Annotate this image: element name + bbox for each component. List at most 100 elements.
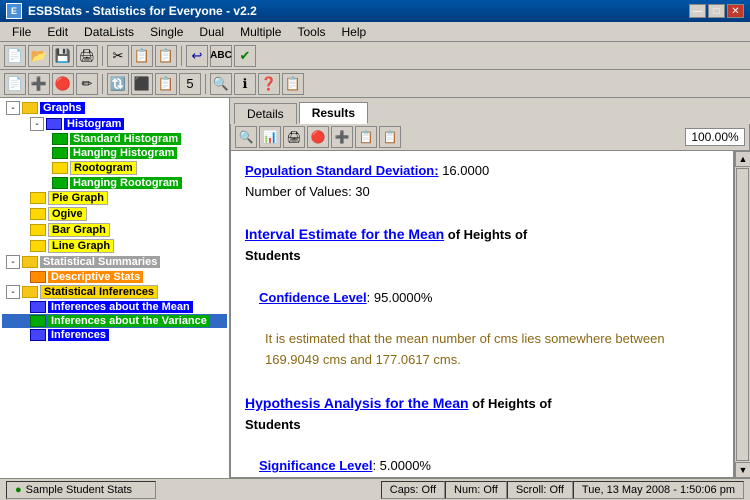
toolbar2-btn12[interactable]: 📋 (282, 73, 304, 95)
menu-file[interactable]: File (4, 23, 39, 41)
tree-label-inf-mean: Inferences about the Mean (48, 301, 193, 313)
folder-icon-ogive (30, 208, 46, 220)
tree-label-inf-other: Inferences (48, 329, 109, 341)
tree-node-stat-inf[interactable]: - Statistical Inferences (2, 284, 227, 300)
tree-node-hang-root[interactable]: Hanging Rootogram (2, 176, 227, 190)
scroll-up-btn[interactable]: ▲ (735, 151, 750, 167)
folder-icon-line (30, 240, 46, 252)
inner-btn-chart[interactable]: 📊 (259, 126, 281, 148)
confidence-level-value: 95.0000% (374, 290, 433, 305)
tree-node-line[interactable]: Line Graph (2, 238, 227, 254)
inner-btn-copy1[interactable]: 📋 (355, 126, 377, 148)
expander-stat-sum[interactable]: - (6, 255, 20, 269)
separator-3 (102, 74, 103, 94)
estimated-text: It is estimated that the mean number of … (265, 329, 719, 371)
toolbar-abc-btn[interactable]: ABC (210, 45, 232, 67)
expander-histogram[interactable]: - (30, 117, 44, 131)
toolbar2-btn2[interactable]: ➕ (28, 73, 50, 95)
folder-icon-inf-var (30, 315, 46, 327)
tree-node-bar[interactable]: Bar Graph (2, 222, 227, 238)
menu-single[interactable]: Single (142, 23, 191, 41)
zoom-level[interactable]: 100.00% (685, 128, 745, 146)
toolbar2-btn5[interactable]: 🔃 (107, 73, 129, 95)
status-main-text: Sample Student Stats (26, 484, 132, 496)
tree-label-inf-var: Inferences about the Variance (48, 315, 210, 327)
toolbar-undo-btn[interactable]: ↩ (186, 45, 208, 67)
toolbar-cut-btn[interactable]: ✂ (107, 45, 129, 67)
menu-help[interactable]: Help (333, 23, 374, 41)
menu-datalists[interactable]: DataLists (76, 23, 142, 41)
vertical-scrollbar[interactable]: ▲ ▼ (734, 151, 750, 478)
toolbar2-btn1[interactable]: 📄 (4, 73, 26, 95)
interval-title-line: Interval Estimate for the Mean of Height… (245, 223, 719, 267)
tree-node-std-hist[interactable]: Standard Histogram (2, 132, 227, 146)
toolbar-open-btn[interactable]: 📂 (28, 45, 50, 67)
tab-results[interactable]: Results (299, 102, 368, 124)
toolbar-new-btn[interactable]: 📄 (4, 45, 26, 67)
tree-label-pie: Pie Graph (48, 191, 108, 205)
status-main: ● Sample Student Stats (6, 481, 156, 499)
tree-node-pie[interactable]: Pie Graph (2, 190, 227, 206)
separator-2 (181, 46, 182, 66)
tree-node-inf-other[interactable]: Inferences (2, 328, 227, 342)
toolbar-check-btn[interactable]: ✔ (234, 45, 256, 67)
confidence-level-label: Confidence Level (259, 290, 367, 305)
folder-icon-hang-hist (52, 147, 68, 159)
folder-icon-bar (30, 224, 46, 236)
toolbar2-btn10[interactable]: ℹ (234, 73, 256, 95)
tree-label-line: Line Graph (48, 239, 114, 253)
status-caps: Caps: Off (381, 481, 445, 499)
toolbar-print-btn[interactable]: 🖨 (76, 45, 98, 67)
status-scroll: Scroll: Off (507, 481, 573, 499)
tab-details[interactable]: Details (234, 103, 297, 124)
inner-btn-copy2[interactable]: 📋 (379, 126, 401, 148)
content-area: Population Standard Deviation: 16.0000 N… (230, 151, 734, 478)
significance-level-label: Significance Level (259, 458, 372, 473)
tree-node-rootogram[interactable]: Rootogram (2, 160, 227, 176)
toolbar2-btn6[interactable]: ⬛ (131, 73, 153, 95)
toolbar2-btn4[interactable]: ✏ (76, 73, 98, 95)
toolbar-paste-btn[interactable]: 📋 (155, 45, 177, 67)
right-panel: Details Results 🔍 📊 🖨 🔴 ➕ 📋 📋 100.00% Po… (230, 98, 750, 478)
tree-node-graphs[interactable]: - Graphs (2, 100, 227, 116)
tree-label-bar: Bar Graph (48, 223, 110, 237)
tree-node-hang-hist[interactable]: Hanging Histogram (2, 146, 227, 160)
tree-node-desc-stats[interactable]: Descriptive Stats (2, 270, 227, 284)
folder-icon-std-hist (52, 133, 68, 145)
tree-label-ogive: Ogive (48, 207, 87, 221)
toolbar2-btn9[interactable]: 🔍 (210, 73, 232, 95)
tree-node-ogive[interactable]: Ogive (2, 206, 227, 222)
toolbar-copy-btn[interactable]: 📋 (131, 45, 153, 67)
toolbar2-btn8[interactable]: 5 (179, 73, 201, 95)
toolbar2-btn3[interactable]: 🔴 (52, 73, 74, 95)
maximize-button[interactable]: □ (708, 4, 725, 18)
title-bar: E ESBStats - Statistics for Everyone - v… (0, 0, 750, 22)
inner-btn-delete[interactable]: 🔴 (307, 126, 329, 148)
tree-label-stat-sum: Statistical Summaries (40, 256, 160, 268)
menu-tools[interactable]: Tools (289, 23, 333, 41)
menu-edit[interactable]: Edit (39, 23, 76, 41)
close-button[interactable]: ✕ (727, 4, 744, 18)
toolbar-save-btn[interactable]: 💾 (52, 45, 74, 67)
scroll-thumb[interactable] (736, 168, 749, 461)
inner-btn-search[interactable]: 🔍 (235, 126, 257, 148)
menu-dual[interactable]: Dual (191, 23, 232, 41)
tree-node-histogram[interactable]: - Histogram (2, 116, 227, 132)
separator-4 (205, 74, 206, 94)
folder-icon-desc-stats (30, 271, 46, 283)
minimize-button[interactable]: — (689, 4, 706, 18)
tree-node-inf-var[interactable]: Inferences about the Variance (2, 314, 227, 328)
status-icon: ● (15, 484, 22, 496)
inner-btn-print[interactable]: 🖨 (283, 126, 305, 148)
folder-icon-stat-sum (22, 256, 38, 268)
inner-btn-add[interactable]: ➕ (331, 126, 353, 148)
tree-node-stat-sum[interactable]: - Statistical Summaries (2, 254, 227, 270)
scroll-down-btn[interactable]: ▼ (735, 462, 750, 478)
toolbar2-btn7[interactable]: 📋 (155, 73, 177, 95)
inner-toolbar: 🔍 📊 🖨 🔴 ➕ 📋 📋 100.00% (230, 124, 750, 151)
tree-node-inf-mean[interactable]: Inferences about the Mean (2, 300, 227, 314)
toolbar2-btn11[interactable]: ❓ (258, 73, 280, 95)
expander-graphs[interactable]: - (6, 101, 20, 115)
menu-multiple[interactable]: Multiple (232, 23, 289, 41)
expander-stat-inf[interactable]: - (6, 285, 20, 299)
